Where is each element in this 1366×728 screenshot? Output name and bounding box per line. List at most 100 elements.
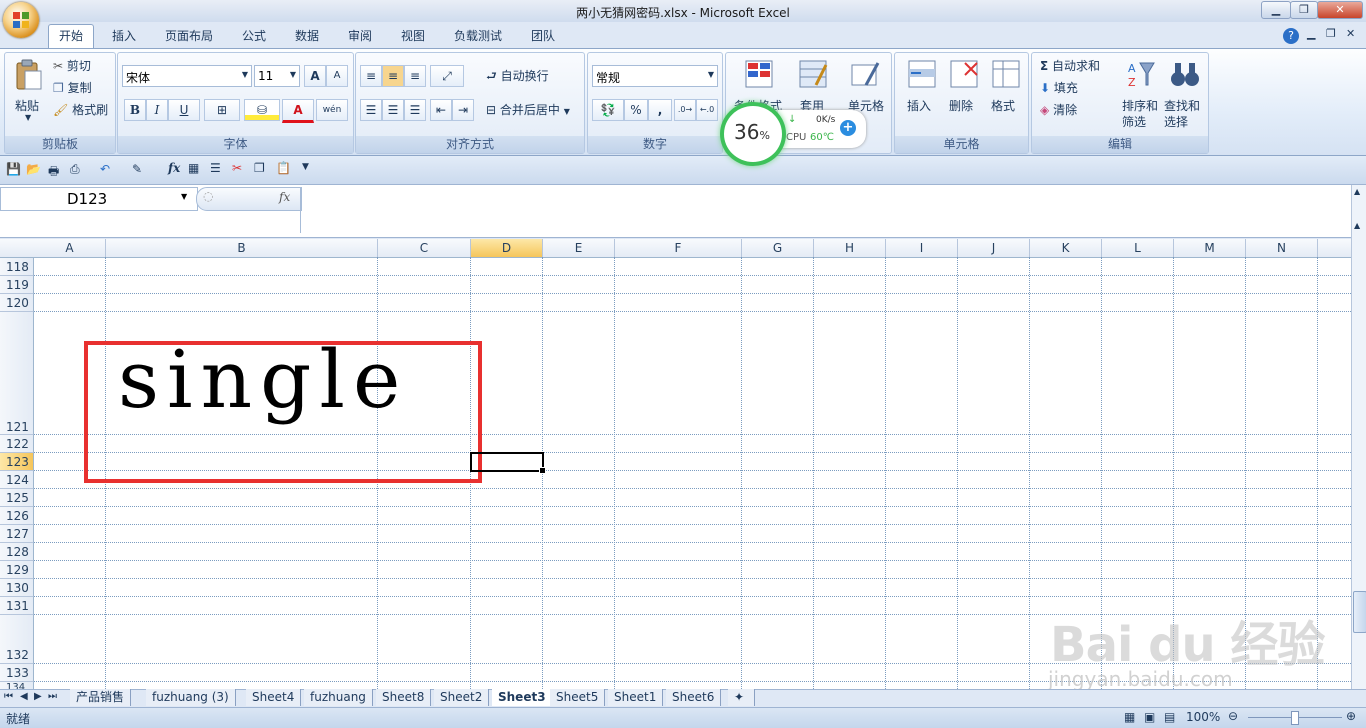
col-header-c[interactable]: C [378,239,471,258]
print-preview-icon[interactable]: 🖶 [48,162,59,183]
decrease-decimal-button[interactable]: ←.0 [696,99,718,121]
scroll-up-icon[interactable]: ▲ [1354,187,1360,196]
col-header-a[interactable]: A [34,239,106,258]
align-left-button[interactable]: ☰ [360,99,382,121]
row-header-129[interactable]: 129 [0,561,34,579]
copy-button[interactable]: ❐ 复制 [53,79,92,96]
italic-button[interactable]: I [146,99,168,121]
insert-cells-button[interactable]: 插入 [901,57,941,127]
row-header-118[interactable]: 118 [0,258,34,276]
edit-icon[interactable]: ✎ [132,162,142,176]
col-header-i[interactable]: I [886,239,958,258]
restore-button[interactable]: ❐ [1290,1,1318,19]
add-icon[interactable]: + [840,120,856,136]
zoom-in-icon[interactable]: ⊕ [1346,709,1356,723]
col-header-l[interactable]: L [1102,239,1174,258]
sheet-tab[interactable]: Sheet5 [550,689,606,706]
delete-cells-button[interactable]: 删除 [943,57,983,127]
sheet-tab[interactable]: Sheet1 [608,689,664,706]
insert-function-button[interactable]: fx [279,190,290,204]
fill-button[interactable]: ⬇ 填充 [1040,79,1078,96]
col-header-k[interactable]: K [1030,239,1102,258]
autosum-button[interactable]: Σ 自动求和 [1040,57,1100,74]
ribbon-minimize-icon[interactable]: ▁ [1307,27,1315,40]
row-header-121[interactable]: 121 [0,312,34,435]
align-middle-button[interactable]: ≡ [382,65,404,87]
format-cells-button[interactable]: 格式 [985,57,1025,127]
sheet-tab[interactable]: Sheet4 [246,689,302,706]
print-icon[interactable]: ⎙ [70,162,80,177]
font-size-select[interactable]: 11 ▼ [254,65,300,87]
help-icon[interactable]: ? [1283,28,1299,44]
font-name-select[interactable]: 宋体 ▼ [122,65,252,87]
ribbon-restore-icon[interactable]: ❐ [1326,27,1336,40]
col-header-g[interactable]: G [742,239,814,258]
first-sheet-icon[interactable]: ⏮ [4,691,13,702]
row-header-124[interactable]: 124 [0,471,34,489]
sheet-tab[interactable]: fuzhuang (3) [146,689,236,706]
currency-button[interactable]: 💱 [592,99,624,121]
row-header-120[interactable]: 120 [0,294,34,312]
paste-button[interactable]: 粘贴 ▼ [11,57,47,127]
ribbon-close-icon[interactable]: ✕ [1346,27,1355,40]
customize-qat-icon[interactable]: ▼ [302,162,309,172]
col-header-o[interactable] [1318,239,1351,258]
name-box[interactable]: D123 ▼ [0,187,198,211]
phonetic-button[interactable]: wén [316,99,348,121]
percent-button[interactable]: % [624,99,648,121]
row-header-128[interactable]: 128 [0,543,34,561]
col-header-m[interactable]: M [1174,239,1246,258]
tab-review[interactable]: 审阅 [338,26,382,46]
row-header-132[interactable]: 132 [0,615,34,664]
wrap-text-button[interactable]: ⮐ 自动换行 [486,67,549,88]
grid-icon[interactable]: ▦ [188,161,199,175]
shrink-font-button[interactable]: A [326,65,348,87]
align-bottom-button[interactable]: ≡ [404,65,426,87]
row-header-125[interactable]: 125 [0,489,34,507]
insert-sheet-button[interactable]: ✦ [728,689,755,706]
sheet-tab[interactable]: 产品销售 [70,689,132,706]
col-header-j[interactable]: J [958,239,1030,258]
tab-page-layout[interactable]: 页面布局 [155,26,223,46]
col-header-e[interactable]: E [543,239,615,258]
paste-small-icon[interactable]: 📋 [276,161,291,175]
row-header-122[interactable]: 122 [0,435,34,453]
sheet-tab[interactable]: Sheet2 [434,689,490,706]
row-header-131[interactable]: 131 [0,597,34,615]
scroll-thumb[interactable] [1353,591,1366,633]
fill-color-button[interactable]: ⛁ [244,99,280,121]
page-layout-view-icon[interactable]: ▣ [1144,710,1155,724]
clear-button[interactable]: ◈ 清除 [1040,101,1077,118]
fill-handle[interactable] [539,467,546,474]
col-header-n[interactable]: N [1246,239,1318,258]
tab-home[interactable]: 开始 [48,24,95,49]
orientation-button[interactable]: ⤢ [430,65,464,87]
next-sheet-icon[interactable]: ▶ [34,691,42,702]
row-header-126[interactable]: 126 [0,507,34,525]
number-format-select[interactable]: 常规 ▼ [592,65,718,87]
sheet-tab[interactable]: fuzhuang [304,689,373,706]
undo-icon[interactable]: ↶ [100,162,110,176]
tab-team[interactable]: 团队 [521,26,565,46]
bold-button[interactable]: B [124,99,146,121]
tab-data[interactable]: 数据 [285,26,329,46]
col-header-f[interactable]: F [615,239,742,258]
function-icon[interactable]: fx [168,161,180,175]
speed-ball-widget[interactable]: 36% [720,102,786,166]
increase-indent-button[interactable]: ⇥ [452,99,474,121]
sheet-tab[interactable]: Sheet6 [666,689,722,706]
merge-center-button[interactable]: ⊟ 合并后居中 ▼ [486,101,570,118]
open-icon[interactable]: 📂 [26,162,41,176]
prev-sheet-icon[interactable]: ◀ [20,691,28,702]
row-header-130[interactable]: 130 [0,579,34,597]
row-header-123[interactable]: 123 [0,453,34,471]
align-top-button[interactable]: ≡ [360,65,382,87]
last-sheet-icon[interactable]: ⏭ [48,691,57,702]
minimize-button[interactable]: ▁ [1261,1,1291,19]
row-header-127[interactable]: 127 [0,525,34,543]
normal-view-icon[interactable]: ▦ [1124,710,1135,724]
format-painter-button[interactable]: 🖌 格式刷 [53,101,108,118]
font-color-button[interactable]: A [282,99,314,123]
decrease-indent-button[interactable]: ⇤ [430,99,452,121]
copy-small-icon[interactable]: ❐ [254,161,265,175]
